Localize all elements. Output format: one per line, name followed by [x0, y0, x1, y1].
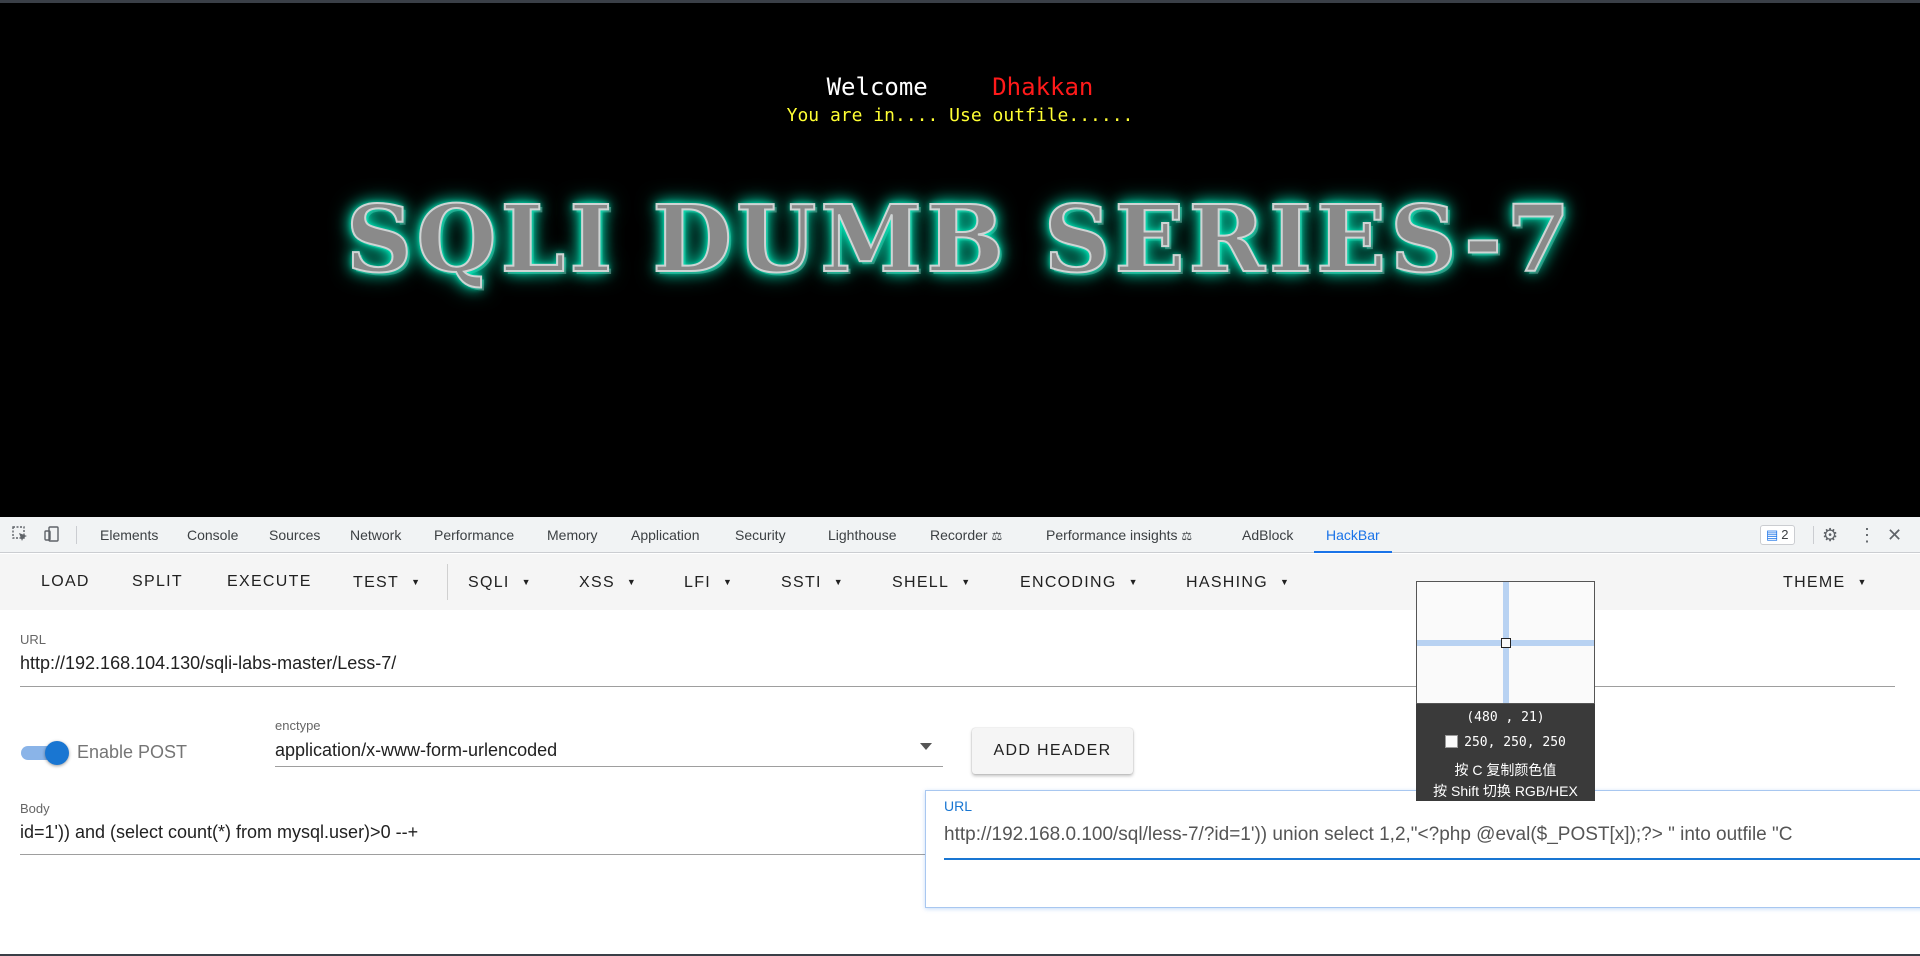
body-input-underline: [20, 854, 925, 855]
issues-count: 2: [1781, 527, 1789, 542]
tab-lighthouse[interactable]: Lighthouse: [828, 517, 897, 553]
tabbar-divider: [76, 526, 77, 544]
picker-copy-hint: 按 C 复制颜色值: [1454, 762, 1557, 778]
crosshair-center: [1501, 638, 1511, 648]
welcome-text: Welcome: [826, 73, 928, 101]
picker-info-panel: (480 , 21) 250, 250, 250 按 C 复制颜色值 按 Shi…: [1416, 704, 1595, 801]
enable-post-toggle[interactable]: [21, 741, 69, 765]
test-menu-label: TEST: [353, 574, 400, 591]
tab-network[interactable]: Network: [350, 517, 401, 553]
caret-down-icon: ▼: [626, 577, 638, 587]
caret-down-icon: ▼: [1128, 577, 1139, 587]
more-options-icon[interactable]: ⋮: [1858, 517, 1876, 553]
enctype-label: enctype: [275, 718, 321, 733]
status-message: You are in.... Use outfile......: [786, 105, 1134, 126]
magnifier-view: [1416, 581, 1595, 704]
execute-button[interactable]: EXECUTE: [227, 554, 312, 610]
tab-elements[interactable]: Elements: [100, 517, 158, 553]
body-input[interactable]: id=1')) and (select count(*) from mysql.…: [20, 822, 920, 843]
shell-menu-button[interactable]: SHELL ▼: [892, 554, 971, 610]
caret-down-icon: ▼: [1280, 577, 1291, 587]
tab-hackbar[interactable]: HackBar: [1314, 517, 1392, 553]
picker-rgb-row: 250, 250, 250: [1416, 735, 1595, 750]
tab-performance[interactable]: Performance: [434, 517, 514, 553]
tab-sources[interactable]: Sources: [269, 517, 320, 553]
caret-down-icon: ▼: [521, 577, 532, 587]
inspect-element-icon[interactable]: [10, 525, 30, 545]
series-banner-image: SQLI DUMB SERIES-7: [345, 184, 1575, 294]
enctype-underline: [275, 766, 943, 767]
popover-url-label: URL: [944, 798, 973, 814]
tab-performance-insights[interactable]: Performance insights ⚖: [1046, 517, 1192, 553]
body-label: Body: [20, 801, 50, 816]
device-toolbar-icon[interactable]: [42, 525, 62, 545]
hashing-menu-button[interactable]: HASHING ▼: [1186, 554, 1290, 610]
tabbar-divider: [1813, 526, 1814, 544]
ssti-menu-button[interactable]: SSTI ▼: [781, 554, 844, 610]
sqli-menu-button[interactable]: SQLI ▼: [468, 554, 532, 610]
url-input[interactable]: http://192.168.104.130/sqli-labs-master/…: [20, 653, 1890, 674]
color-picker-magnifier: (480 , 21) 250, 250, 250 按 C 复制颜色值 按 Shi…: [1416, 581, 1595, 801]
caret-down-icon: ▼: [1857, 577, 1868, 587]
sqli-menu-label: SQLI: [468, 574, 510, 591]
picker-rgb-value: 250, 250, 250: [1464, 735, 1566, 750]
xss-menu-label: XSS: [579, 574, 615, 591]
issues-badge[interactable]: ▤ 2: [1760, 525, 1795, 545]
encoding-menu-label: ENCODING: [1020, 574, 1117, 591]
tab-console[interactable]: Console: [187, 517, 238, 553]
tab-performance-insights-label: Performance insights: [1046, 527, 1178, 543]
test-menu-button[interactable]: TEST ▼: [353, 554, 421, 610]
ssti-menu-label: SSTI: [781, 574, 822, 591]
load-button[interactable]: LOAD: [41, 554, 90, 610]
picker-toggle-hint: 按 Shift 切换 RGB/HEX: [1433, 783, 1578, 799]
encoding-menu-button[interactable]: ENCODING ▼: [1020, 554, 1139, 610]
caret-down-icon: ▼: [961, 577, 972, 587]
settings-gear-icon[interactable]: ⚙: [1822, 517, 1838, 553]
tab-adblock[interactable]: AdBlock: [1242, 517, 1293, 553]
enable-post-label: Enable POST: [77, 742, 188, 762]
shell-menu-label: SHELL: [892, 574, 950, 591]
popover-focus-underline: [944, 858, 1920, 860]
lfi-menu-button[interactable]: LFI ▼: [684, 554, 733, 610]
theme-menu-button[interactable]: THEME ▼: [1783, 554, 1868, 610]
welcome-line: Welcome Dhakkan: [0, 73, 1920, 101]
tab-recorder-label: Recorder: [930, 527, 988, 543]
xss-menu-button[interactable]: XSS ▼: [579, 554, 637, 610]
split-button[interactable]: SPLIT: [132, 554, 183, 610]
caret-down-icon: ▼: [411, 577, 422, 587]
hashing-menu-label: HASHING: [1186, 574, 1268, 591]
color-swatch: [1445, 735, 1459, 748]
toolbar-divider: [447, 564, 448, 600]
add-header-button[interactable]: ADD HEADER: [972, 728, 1133, 774]
url-input-underline: [20, 686, 1895, 687]
tab-application[interactable]: Application: [631, 517, 700, 553]
tab-security[interactable]: Security: [735, 517, 786, 553]
toggle-thumb: [45, 741, 69, 765]
picker-coordinates: (480 , 21): [1466, 710, 1545, 725]
url-edit-popover[interactable]: URL http://192.168.0.100/sql/less-7/?id=…: [925, 790, 1920, 908]
hackbar-toolbar: LOAD SPLIT EXECUTE TEST ▼ SQLI ▼ XSS ▼ LFI ▼…: [0, 554, 1920, 610]
caret-down-icon: ▼: [723, 577, 734, 587]
caret-down-icon: ▼: [833, 577, 844, 587]
experiment-flask-icon: ⚖: [991, 529, 1003, 543]
page-viewport: Welcome Dhakkan You are in.... Use outfi…: [0, 3, 1920, 517]
devtools-tabbar: Elements Console Sources Network Perform…: [0, 517, 1920, 553]
url-label: URL: [20, 632, 47, 647]
close-devtools-icon[interactable]: ✕: [1887, 517, 1902, 553]
tab-memory[interactable]: Memory: [547, 517, 598, 553]
tab-recorder[interactable]: Recorder ⚖: [930, 517, 1002, 553]
lfi-menu-label: LFI: [684, 574, 712, 591]
popover-url-input[interactable]: http://192.168.0.100/sql/less-7/?id=1'))…: [944, 824, 1920, 846]
welcome-user: Dhakkan: [992, 73, 1094, 101]
experiment-flask-icon: ⚖: [1181, 529, 1193, 543]
theme-menu-label: THEME: [1783, 574, 1846, 591]
dropdown-arrow-icon: [920, 743, 932, 750]
enctype-select[interactable]: application/x-www-form-urlencoded: [275, 740, 915, 761]
issues-chat-icon: ▤: [1766, 527, 1779, 542]
